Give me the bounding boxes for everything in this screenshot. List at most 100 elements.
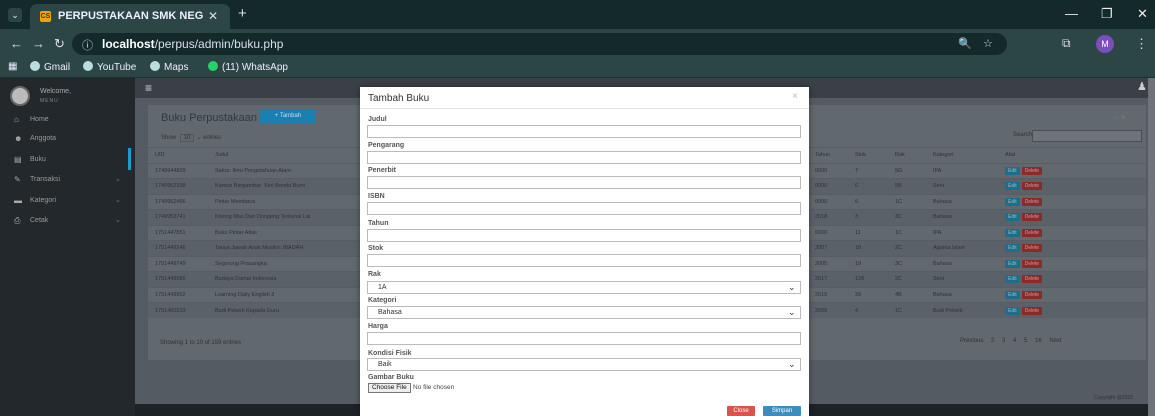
column-header-stok[interactable]: Stok — [848, 147, 888, 163]
stok-field[interactable] — [367, 254, 801, 267]
kategori-select[interactable]: Bahasa ⌄ — [367, 306, 801, 319]
extensions-icon[interactable]: ⧉ — [1062, 36, 1071, 51]
edit-button[interactable]: Edit — [1005, 213, 1020, 222]
sidebar-item-kategori[interactable]: ▬ Kategori ⌄ — [0, 191, 135, 209]
modal-close-icon[interactable]: × — [792, 91, 798, 102]
table-row: 2005 19 3C Bahasa Edit Delete — [808, 255, 1146, 272]
profile-avatar[interactable]: M — [1096, 35, 1114, 53]
pengarang-label: Pengarang — [368, 142, 405, 149]
back-icon[interactable]: ← — [10, 36, 23, 51]
delete-button[interactable]: Delete — [1021, 228, 1043, 237]
page-scrollbar[interactable] — [1148, 78, 1155, 416]
apps-icon[interactable]: ▦ — [8, 61, 17, 72]
restore-button[interactable]: ❐ — [1101, 6, 1113, 22]
bookmark-maps[interactable]: Maps — [150, 61, 188, 73]
browser-menu-icon[interactable]: ⋮ — [1135, 36, 1148, 52]
edit-button[interactable]: Edit — [1005, 259, 1020, 268]
url-field[interactable]: ⓘ localhost/perpus/admin/buku.php 🔍 ☆ — [72, 33, 1007, 55]
bookmark-star-icon[interactable]: ☆ — [983, 37, 993, 50]
penerbit-field[interactable] — [367, 176, 801, 189]
site-info-icon[interactable]: ⓘ — [82, 37, 93, 53]
edit-button[interactable]: Edit — [1005, 197, 1020, 206]
edit-button[interactable]: Edit — [1005, 182, 1020, 191]
judul-cell: Budaya Damai Indonesia — [208, 271, 360, 287]
tab-close-icon[interactable]: ✕ — [208, 9, 218, 23]
delete-button[interactable]: Delete — [1021, 290, 1043, 299]
panel-tools[interactable]: − ✕ — [1113, 113, 1127, 122]
column-header-kategori[interactable]: Kategori — [926, 147, 998, 163]
save-button[interactable]: Simpan — [763, 406, 801, 416]
bookmark-gmail[interactable]: Gmail — [30, 61, 70, 73]
judul-cell: Kamus Bergambar: Seri Benda Bumi — [208, 178, 360, 194]
delete-button[interactable]: Delete — [1021, 275, 1043, 284]
close-button[interactable]: Close — [727, 406, 755, 416]
kategori-cell: Bahasa — [926, 209, 998, 225]
delete-button[interactable]: Delete — [1021, 259, 1043, 268]
edit-button[interactable]: Edit — [1005, 228, 1020, 237]
new-tab-button[interactable]: + — [238, 5, 247, 22]
sidebar: Welcome, MENU ⌂ Home ☻ Anggota ▤ Buku ✎ Tran… — [0, 78, 135, 416]
choose-file-button[interactable]: Choose File — [368, 383, 411, 393]
edit-button[interactable]: Edit — [1005, 275, 1020, 284]
edit-button[interactable]: Edit — [1005, 244, 1020, 253]
column-header-rak[interactable]: Rak — [888, 147, 926, 163]
table-search-input[interactable] — [1032, 130, 1142, 142]
users-icon: ☻ — [14, 134, 23, 143]
book-icon: ▤ — [14, 155, 22, 164]
stok-cell: 39 — [848, 286, 888, 303]
sidebar-item-transaksi[interactable]: ✎ Transaksi ⌄ — [0, 170, 135, 188]
table-row: 1751449985 Budaya Damai Indonesia — [148, 271, 360, 287]
close-window-button[interactable]: ✕ — [1137, 6, 1148, 22]
delete-button[interactable]: Delete — [1021, 244, 1043, 253]
actions-cell: Edit Delete — [998, 224, 1146, 241]
rak-select[interactable]: 1A ⌄ — [367, 281, 801, 294]
delete-button[interactable]: Delete — [1021, 306, 1043, 315]
forward-icon[interactable]: → — [32, 36, 45, 51]
sidebar-item-home[interactable]: ⌂ Home — [0, 110, 135, 128]
edit-button[interactable]: Edit — [1005, 290, 1020, 299]
sidebar-item-cetak[interactable]: ⎙ Cetak ⌄ — [0, 211, 135, 229]
delete-button[interactable]: Delete — [1021, 166, 1043, 175]
actions-cell: Edit Delete — [998, 162, 1146, 179]
edit-button[interactable]: Edit — [1005, 166, 1020, 175]
column-header-tahun[interactable]: Tahun — [808, 147, 848, 163]
pagination[interactable]: Previous 2 3 4 5 16 Next — [960, 338, 1062, 344]
actions-cell: Edit Delete — [998, 302, 1146, 318]
tahun-field[interactable] — [367, 229, 801, 242]
delete-button[interactable]: Delete — [1021, 182, 1043, 191]
pengarang-field[interactable] — [367, 151, 801, 164]
delete-button[interactable]: Delete — [1021, 213, 1043, 222]
bookmark-youtube[interactable]: YouTube — [83, 61, 136, 73]
entries-length-control[interactable]: Show 10 ⌄ entries — [161, 134, 221, 142]
isbn-field[interactable] — [367, 202, 801, 215]
delete-button[interactable]: Delete — [1021, 197, 1043, 206]
active-tab[interactable]: CS PERPUSTAKAAN SMK NEGERI 1 ✕ — [30, 4, 230, 29]
sidebar-item-buku[interactable]: ▤ Buku — [0, 150, 135, 168]
minimize-button[interactable]: — — [1065, 6, 1078, 21]
chevron-down-icon: ⌄ — [115, 217, 121, 224]
edit-button[interactable]: Edit — [1005, 306, 1020, 315]
tahun-cell: 0000 — [808, 193, 848, 210]
tab-search-button[interactable]: ⌄ — [8, 8, 22, 22]
home-icon: ⌂ — [14, 115, 19, 124]
judul-field[interactable] — [367, 125, 801, 138]
bookmark-whatsapp[interactable]: (11) WhatsApp — [208, 61, 288, 73]
kondisi-select[interactable]: Baik ⌄ — [367, 358, 801, 371]
actions-cell: Edit Delete — [998, 193, 1146, 210]
uid-cell: 1749952741 — [148, 209, 208, 225]
user-menu-icon[interactable]: ♟ — [1137, 80, 1147, 93]
actions-cell: Edit Delete — [998, 286, 1146, 303]
add-book-button[interactable]: + Tambah — [260, 109, 316, 124]
tahun-label: Tahun — [368, 220, 389, 227]
hamburger-menu-icon[interactable]: ≡ — [145, 81, 152, 95]
entries-select[interactable]: 10 — [179, 134, 195, 142]
sidebar-item-anggota[interactable]: ☻ Anggota — [0, 129, 135, 147]
column-header-judul[interactable]: Judul — [208, 147, 360, 163]
table-row: 1749952338 Kamus Bergambar: Seri Benda Bu… — [148, 178, 360, 194]
zoom-icon[interactable]: 🔍 — [958, 37, 972, 50]
tahun-cell: 0000 — [808, 162, 848, 179]
column-header-uid[interactable]: UID — [148, 147, 208, 163]
reload-icon[interactable]: ↻ — [54, 36, 65, 52]
harga-field[interactable] — [367, 332, 801, 345]
column-header-aksi[interactable]: Aksi — [998, 147, 1146, 163]
